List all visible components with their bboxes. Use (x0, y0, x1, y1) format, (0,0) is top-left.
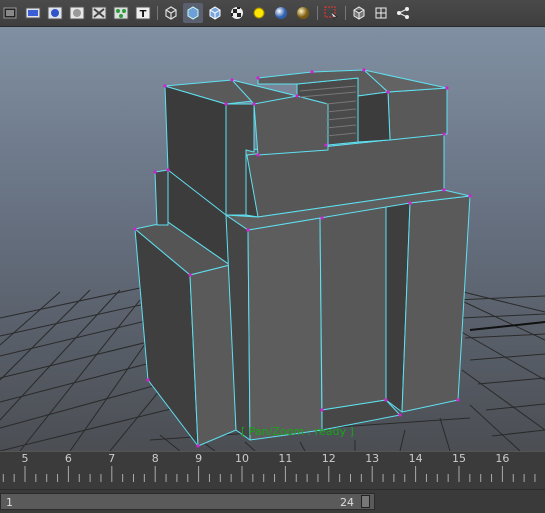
sphere-shaded-icon[interactable] (45, 3, 65, 23)
viewport-hud-message: [ Pan/Zoom : ready ] (241, 425, 354, 438)
range-slider[interactable]: 1 24 (0, 493, 375, 510)
ruler-tick-label: 6 (65, 452, 72, 465)
joint-icon[interactable] (111, 3, 131, 23)
ruler-tick-label: 7 (108, 452, 115, 465)
ruler-tick-label: 15 (452, 452, 466, 465)
svg-text:T: T (140, 9, 147, 20)
ruler-tick-label: 14 (409, 452, 423, 465)
film-gate-icon[interactable] (23, 3, 43, 23)
ruler-tick-label: 12 (322, 452, 336, 465)
viewport-canvas (0, 27, 545, 451)
range-start-frame: 1 (6, 496, 13, 509)
perspective-viewport[interactable] (0, 27, 545, 451)
range-end-frame: 24 (340, 496, 354, 509)
ruler-tick-label: 11 (278, 452, 292, 465)
xray-icon[interactable] (89, 3, 109, 23)
ruler-tick-label: 13 (365, 452, 379, 465)
display-mode-icon[interactable] (1, 3, 21, 23)
shaded-sphere-icon[interactable] (271, 3, 291, 23)
checker-texture-icon[interactable] (227, 3, 247, 23)
node-graph-icon[interactable] (393, 3, 413, 23)
grid-cube-icon[interactable] (371, 3, 391, 23)
wireframe-cube-icon[interactable] (161, 3, 181, 23)
time-ruler: 5 6 7 8 9 10 11 12 13 14 15 16 (2, 452, 536, 482)
text-icon[interactable]: T (133, 3, 153, 23)
ruler-tick-label: 9 (195, 452, 202, 465)
camera-cube-icon[interactable] (349, 3, 369, 23)
viewport-toolbar: T (0, 0, 545, 27)
smooth-shade-cube-icon[interactable] (183, 3, 203, 23)
isolate-icon[interactable] (67, 3, 87, 23)
ruler-tick-label: 8 (152, 452, 159, 465)
time-slider[interactable]: 5 6 7 8 9 10 11 12 13 14 15 16 (0, 451, 545, 489)
building-mesh (134, 69, 471, 447)
toolbar-separator (154, 3, 160, 23)
shaded-wireframe-cube-icon[interactable] (205, 3, 225, 23)
selection-highlight-icon[interactable] (321, 3, 341, 23)
toolbar-separator (342, 3, 348, 23)
ruler-tick-label: 5 (22, 452, 29, 465)
range-slider-bar: 1 24 (0, 489, 545, 513)
range-slider-handle[interactable] (361, 495, 370, 508)
default-light-icon[interactable] (249, 3, 269, 23)
ruler-tick-label: 10 (235, 452, 249, 465)
gold-sphere-icon[interactable] (293, 3, 313, 23)
ruler-tick-label: 16 (495, 452, 509, 465)
toolbar-separator (314, 3, 320, 23)
